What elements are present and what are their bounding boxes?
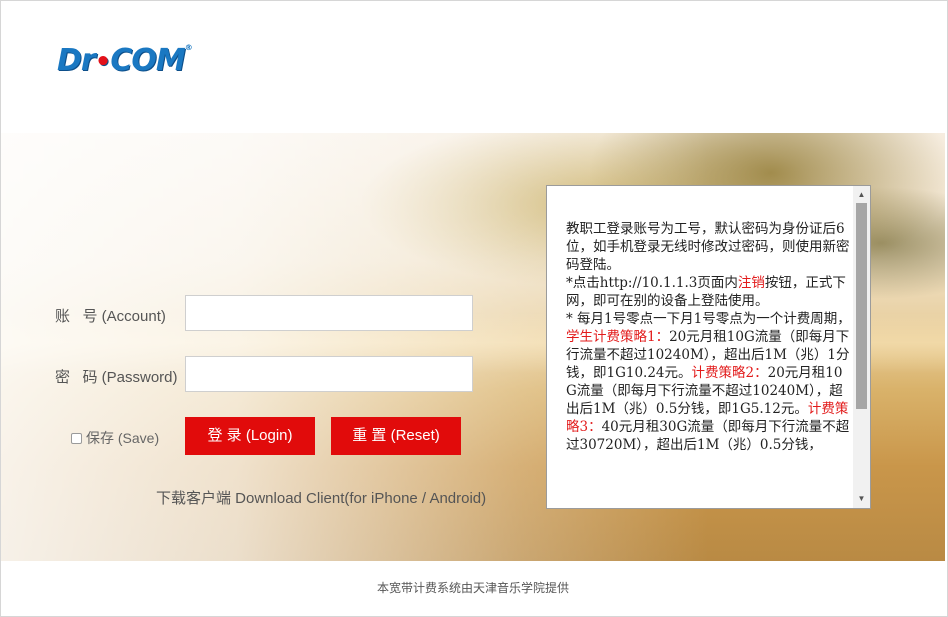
notice-highlight: 学生计费策略1： bbox=[566, 329, 670, 345]
header: Dr•COM® bbox=[1, 1, 945, 131]
footer: 本宽带计费系统由天津音乐学院提供 bbox=[1, 562, 945, 615]
scroll-thumb[interactable] bbox=[856, 203, 867, 409]
notice-segment: 40元月租30G流量（即每月下行流量不超过30720M），超出后1M（兆）0.5… bbox=[566, 419, 850, 453]
scroll-down-icon[interactable]: ▼ bbox=[853, 492, 870, 506]
logo-text-com: COM bbox=[110, 43, 185, 78]
login-button[interactable]: 登 录 (Login) bbox=[185, 417, 315, 455]
notice-scrollbar[interactable]: ▲ ▼ bbox=[853, 186, 870, 508]
logo-text-dr: Dr bbox=[57, 43, 96, 78]
drcom-logo: Dr•COM® bbox=[57, 43, 193, 78]
scroll-up-icon[interactable]: ▲ bbox=[853, 188, 870, 202]
account-input[interactable] bbox=[185, 295, 473, 331]
notice-segment: *点击http://10.1.1.3页面内 bbox=[566, 275, 738, 291]
account-label: 账 号 (Account) bbox=[55, 308, 166, 325]
logo-dot: • bbox=[94, 47, 112, 77]
reset-button[interactable]: 重 置 (Reset) bbox=[331, 417, 461, 455]
notice-text: 教职工登录账号为工号，默认密码为身份证后6位，如手机登录无线时修改过密码，则使用… bbox=[566, 220, 851, 454]
notice-segment: 教职工登录账号为工号，默认密码为身份证后6位，如手机登录无线时修改过密码，则使用… bbox=[566, 221, 850, 273]
save-row: 保存 (Save) bbox=[71, 428, 159, 448]
footer-text: 本宽带计费系统由天津音乐学院提供 bbox=[376, 581, 569, 595]
notice-highlight: 计费策略2： bbox=[691, 365, 768, 381]
notice-box[interactable]: 教职工登录账号为工号，默认密码为身份证后6位，如手机登录无线时修改过密码，则使用… bbox=[546, 185, 871, 509]
logo-registered: ® bbox=[184, 43, 193, 52]
notice-segment: * 每月1号零点一下月1号零点为一个计费周期， bbox=[566, 311, 851, 327]
password-label: 密 码 (Password) bbox=[55, 369, 178, 386]
password-input[interactable] bbox=[185, 356, 473, 392]
download-client-link[interactable]: 下载客户端 Download Client(for iPhone / Andro… bbox=[156, 487, 486, 508]
save-label[interactable]: 保存 (Save) bbox=[86, 428, 159, 448]
save-checkbox[interactable] bbox=[71, 432, 82, 444]
notice-highlight: 注销 bbox=[737, 275, 765, 291]
